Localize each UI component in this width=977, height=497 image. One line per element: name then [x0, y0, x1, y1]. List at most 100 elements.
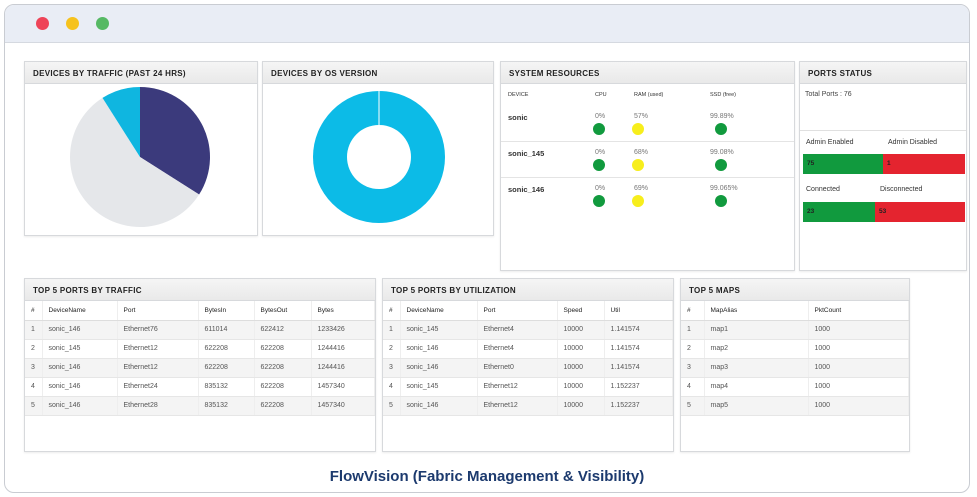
table-cell: map1: [704, 320, 809, 340]
table-row[interactable]: 3 map3 1000: [681, 358, 909, 378]
minimize-window-button[interactable]: [66, 17, 79, 30]
maximize-window-button[interactable]: [96, 17, 109, 30]
ssd-value: 99.08%: [710, 149, 734, 156]
table-row[interactable]: 2 sonic_145 Ethernet12 622208 622208 1244416: [25, 339, 375, 359]
column-header[interactable]: DeviceName: [400, 301, 478, 321]
cpu-value: 0%: [595, 113, 606, 120]
table-cell: 1.141574: [604, 320, 673, 340]
table-cell: sonic_146: [400, 339, 478, 359]
column-header[interactable]: #: [383, 301, 401, 321]
table-cell: 622208: [198, 339, 255, 359]
traffic-pie-panel: DEVICES BY TRAFFIC (PAST 24 HRS): [24, 61, 258, 236]
resources-header-cpu: CPU: [595, 92, 607, 98]
ports-by-traffic-panel: TOP 5 PORTS BY TRAFFIC # DeviceName Port…: [24, 278, 376, 452]
table-cell: 1000: [808, 377, 909, 397]
table-row[interactable]: 4 map4 1000: [681, 377, 909, 397]
traffic-pie-chart: [69, 87, 210, 227]
table-row[interactable]: 4 sonic_145 Ethernet12 10000 1.152237: [383, 377, 673, 397]
table-cell: 622208: [254, 377, 312, 397]
close-window-button[interactable]: [36, 17, 49, 30]
table-row[interactable]: 5 sonic_146 Ethernet28 835132 622208 1457340: [25, 396, 375, 416]
table-row[interactable]: 2 sonic_146 Ethernet4 10000 1.141574: [383, 339, 673, 359]
divider: [800, 130, 966, 131]
column-header[interactable]: PktCount: [808, 301, 909, 321]
table-cell: sonic_146: [400, 396, 478, 416]
table-cell: 1.141574: [604, 339, 673, 359]
table-cell: 1000: [808, 358, 909, 378]
cpu-status-dot: [593, 159, 605, 171]
table-cell: 1.152237: [604, 377, 673, 397]
disconnected-bar: 53: [875, 202, 965, 222]
top-maps-title: TOP 5 MAPS: [681, 279, 909, 301]
table-row[interactable]: 1 map1 1000: [681, 320, 909, 340]
ports-status-panel: PORTS STATUS Total Ports : 76 Admin Enab…: [799, 61, 967, 271]
table-cell: map2: [704, 339, 809, 359]
table-row[interactable]: 4 sonic_146 Ethernet24 835132 622208 1457340: [25, 377, 375, 397]
table-cell: 2: [25, 339, 43, 359]
table-cell: 3: [25, 358, 43, 378]
ram-status-dot: [632, 195, 644, 207]
resources-header-ssd: SSD (free): [710, 92, 736, 98]
ssd-value: 99.065%: [710, 185, 738, 192]
table-cell: 622208: [254, 396, 312, 416]
table-cell: 1.141574: [604, 358, 673, 378]
table-cell: Ethernet12: [477, 377, 558, 397]
table-cell: Ethernet0: [477, 358, 558, 378]
table-cell: sonic_146: [42, 320, 118, 340]
table-cell: 1000: [808, 320, 909, 340]
admin-enabled-bar: 75: [803, 154, 883, 174]
table-cell: 835132: [198, 377, 255, 397]
connected-label: Connected: [806, 186, 840, 193]
table-cell: 1000: [808, 339, 909, 359]
resource-row: sonic 0% 57% 99.89%: [501, 106, 794, 142]
table-cell: 4: [383, 377, 401, 397]
table-row[interactable]: 5 sonic_146 Ethernet12 10000 1.152237: [383, 396, 673, 416]
table-cell: sonic_146: [42, 396, 118, 416]
table-cell: Ethernet24: [117, 377, 199, 397]
table-cell: 1: [383, 320, 401, 340]
table-row[interactable]: 3 sonic_146 Ethernet0 10000 1.141574: [383, 358, 673, 378]
column-header[interactable]: Speed: [557, 301, 605, 321]
column-header[interactable]: #: [25, 301, 43, 321]
table-row[interactable]: 1 sonic_146 Ethernet76 611014 622412 1233426: [25, 320, 375, 340]
resource-row: sonic_146 0% 69% 99.065%: [501, 178, 794, 214]
table-cell: 622208: [254, 339, 312, 359]
table-row[interactable]: 2 map2 1000: [681, 339, 909, 359]
column-header[interactable]: Util: [604, 301, 673, 321]
ports-status-title: PORTS STATUS: [800, 62, 966, 84]
table-cell: 622208: [254, 358, 312, 378]
table-cell: 1244416: [311, 339, 375, 359]
table-cell: 2: [383, 339, 401, 359]
table-cell: 1000: [808, 396, 909, 416]
table-cell: 3: [383, 358, 401, 378]
column-header[interactable]: Port: [117, 301, 199, 321]
column-header[interactable]: BytesOut: [254, 301, 312, 321]
table-cell: map5: [704, 396, 809, 416]
table-cell: sonic_145: [400, 377, 478, 397]
resource-device-name: sonic_145: [508, 149, 545, 158]
table-cell: 4: [681, 377, 705, 397]
table-row[interactable]: 3 sonic_146 Ethernet12 622208 622208 1244416: [25, 358, 375, 378]
resource-device-name: sonic: [508, 113, 528, 122]
column-header[interactable]: Bytes: [311, 301, 375, 321]
table-cell: Ethernet4: [477, 339, 558, 359]
column-header[interactable]: Port: [477, 301, 558, 321]
table-cell: 5: [383, 396, 401, 416]
ram-status-dot: [632, 123, 644, 135]
disconnected-label: Disconnected: [880, 186, 923, 193]
os-donut-chart: [313, 91, 445, 223]
column-header[interactable]: DeviceName: [42, 301, 118, 321]
table-cell: 622412: [254, 320, 312, 340]
table-header-row: # DeviceName Port BytesIn BytesOut Bytes: [25, 301, 375, 321]
table-row[interactable]: 1 sonic_145 Ethernet4 10000 1.141574: [383, 320, 673, 340]
table-cell: 2: [681, 339, 705, 359]
admin-enabled-label: Admin Enabled: [806, 139, 854, 146]
table-row[interactable]: 5 map5 1000: [681, 396, 909, 416]
column-header[interactable]: BytesIn: [198, 301, 255, 321]
table-cell: 1457340: [311, 396, 375, 416]
column-header[interactable]: #: [681, 301, 705, 321]
column-header[interactable]: MapAlias: [704, 301, 809, 321]
table-cell: Ethernet12: [117, 358, 199, 378]
resource-device-name: sonic_146: [508, 185, 545, 194]
table-cell: sonic_146: [42, 377, 118, 397]
